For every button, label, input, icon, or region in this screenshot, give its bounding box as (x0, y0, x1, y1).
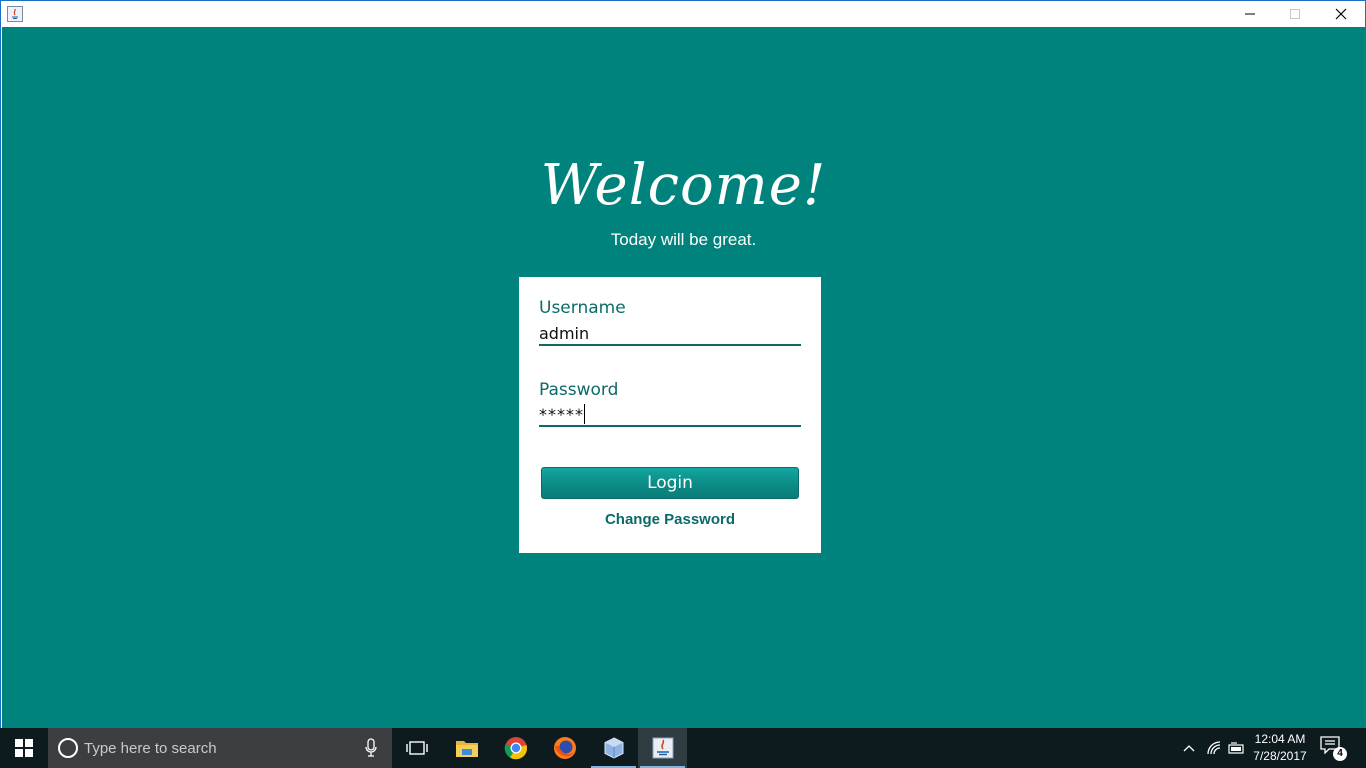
maximize-button[interactable] (1272, 1, 1318, 27)
username-field[interactable] (539, 322, 801, 346)
show-hidden-icons-button[interactable] (1179, 738, 1199, 758)
chrome-icon (504, 737, 527, 760)
username-label: Username (539, 298, 626, 318)
close-icon (1335, 8, 1347, 20)
login-card: Username Password Login Change Password (519, 277, 821, 553)
minimize-icon (1245, 13, 1255, 15)
system-clock[interactable]: 12:04 AM 7/28/2017 (1248, 731, 1312, 765)
task-view-icon (405, 741, 428, 755)
virtualbox-button[interactable] (589, 728, 638, 768)
search-box[interactable]: Type here to search (48, 728, 392, 768)
minimize-button[interactable] (1227, 1, 1273, 27)
title-bar[interactable] (1, 1, 1365, 27)
virtualbox-icon (604, 737, 623, 759)
firefox-icon (553, 737, 576, 759)
text-caret (584, 404, 585, 424)
battery-icon (1228, 742, 1244, 754)
windows-icon (15, 739, 33, 757)
firefox-button[interactable] (540, 728, 589, 768)
chevron-up-icon (1183, 745, 1195, 752)
cortana-icon (58, 738, 78, 758)
task-view-button[interactable] (392, 728, 441, 768)
search-placeholder: Type here to search (84, 740, 217, 757)
battery-button[interactable] (1227, 738, 1247, 758)
taskbar: Type here to search 12:04 AM 7/28/2017 4 (0, 728, 1366, 768)
java-app-button[interactable] (638, 728, 687, 768)
start-button[interactable] (0, 728, 48, 768)
welcome-heading: Welcome! (540, 153, 827, 218)
notification-count-badge: 4 (1333, 747, 1347, 761)
maximize-icon (1290, 9, 1300, 19)
clock-date: 7/28/2017 (1253, 749, 1307, 763)
app-window: Welcome! Today will be great. Username P… (0, 0, 1366, 729)
clock-time: 12:04 AM (1254, 732, 1306, 746)
chrome-button[interactable] (491, 728, 540, 768)
microphone-icon[interactable] (364, 738, 378, 758)
password-field[interactable] (539, 403, 801, 427)
wifi-icon (1207, 741, 1221, 755)
change-password-link[interactable]: Change Password (519, 511, 821, 528)
java-icon (652, 737, 673, 759)
tagline: Today will be great. (610, 230, 757, 249)
password-label: Password (539, 380, 619, 400)
file-explorer-button[interactable] (442, 728, 491, 768)
close-button[interactable] (1318, 1, 1364, 27)
login-screen: Welcome! Today will be great. Username P… (2, 27, 1365, 729)
action-center-button[interactable]: 4 (1320, 736, 1348, 762)
login-button[interactable]: Login (541, 467, 799, 499)
file-explorer-icon (455, 741, 478, 757)
network-button[interactable] (1204, 738, 1224, 758)
java-icon[interactable] (7, 6, 23, 22)
